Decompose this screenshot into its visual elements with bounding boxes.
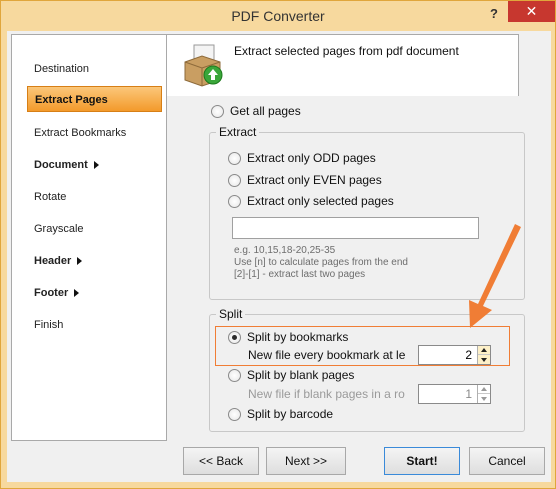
radio-label: Extract only EVEN pages	[247, 173, 382, 187]
stepper-buttons	[477, 385, 490, 403]
radio-dot	[228, 194, 241, 208]
blank-pages-label: New file if blank pages in a ro	[248, 387, 405, 401]
expand-arrow-icon	[77, 257, 83, 266]
sidebar-item-grayscale[interactable]: Grayscale	[12, 216, 166, 242]
pointer-arrow-icon	[469, 224, 521, 328]
stepper-value: 1	[465, 387, 472, 401]
stepper-up-icon[interactable]	[478, 385, 490, 394]
radio-dot	[228, 173, 241, 187]
sidebar-item-label: Rotate	[34, 191, 67, 203]
help-button[interactable]: ?	[483, 5, 505, 23]
box-upload-icon	[184, 44, 223, 87]
sidebar-item-header[interactable]: Header	[12, 248, 166, 274]
radio-dot	[228, 368, 241, 382]
sidebar-item-label: Header	[34, 255, 72, 267]
back-button[interactable]: << Back	[183, 447, 259, 475]
sidebar-item-extract-pages[interactable]: Extract Pages	[27, 86, 162, 112]
extract-selected-radio[interactable]: Extract only selected pages	[228, 194, 394, 208]
sidebar-item-footer[interactable]: Footer	[12, 280, 166, 306]
get-all-pages-radio[interactable]: Get all pages	[211, 104, 301, 118]
radio-label: Split by blank pages	[247, 368, 355, 382]
cancel-button[interactable]: Cancel	[469, 447, 545, 475]
start-button[interactable]: Start!	[384, 447, 460, 475]
radio-label: Extract only selected pages	[247, 194, 394, 208]
next-button[interactable]: Next >>	[266, 447, 346, 475]
extract-even-radio[interactable]: Extract only EVEN pages	[228, 173, 382, 187]
sidebar-item-label: Extract Pages	[35, 94, 108, 106]
close-button[interactable]: ✕	[508, 1, 555, 22]
pages-hint-1: e.g. 10,15,18-20,25-35	[234, 245, 336, 256]
sidebar-item-rotate[interactable]: Rotate	[12, 184, 166, 210]
stepper-down-icon[interactable]	[478, 394, 490, 403]
pages-input[interactable]	[232, 217, 479, 239]
sidebar: Destination Extract Pages Extract Bookma…	[11, 34, 167, 441]
window-title: PDF Converter	[231, 8, 325, 24]
radio-label: Get all pages	[230, 104, 301, 118]
sidebar-item-destination[interactable]: Destination	[12, 56, 166, 82]
radio-label: Extract only ODD pages	[247, 151, 376, 165]
sidebar-item-finish[interactable]: Finish	[12, 312, 166, 338]
radio-dot	[228, 407, 241, 421]
split-barcode-radio[interactable]: Split by barcode	[228, 407, 333, 421]
sidebar-item-document[interactable]: Document	[12, 152, 166, 178]
app-window: PDF Converter ? ✕ Destination Extract Pa…	[0, 0, 556, 489]
group-label: Extract	[216, 125, 260, 139]
sidebar-item-label: Finish	[34, 319, 64, 331]
sidebar-item-label: Destination	[34, 63, 90, 75]
pages-hint-3: [2]-[1] - extract last two pages	[234, 269, 366, 280]
split-blank-radio[interactable]: Split by blank pages	[228, 368, 354, 382]
radio-dot	[211, 104, 224, 118]
radio-label: Split by barcode	[247, 407, 334, 421]
title-bar: PDF Converter ? ✕	[1, 1, 555, 31]
expand-arrow-icon	[74, 289, 80, 298]
radio-dot	[228, 151, 241, 165]
panel-title: Extract selected pages from pdf document	[234, 44, 459, 58]
extract-odd-radio[interactable]: Extract only ODD pages	[228, 151, 376, 165]
group-label: Split	[216, 307, 246, 321]
sidebar-item-label: Footer	[34, 287, 69, 299]
sidebar-item-label: Grayscale	[34, 223, 84, 235]
blank-pages-stepper[interactable]: 1	[418, 384, 491, 404]
sidebar-item-label: Document	[34, 159, 88, 171]
main-panel: Extract selected pages from pdf document…	[167, 34, 525, 441]
highlight-box	[215, 326, 510, 366]
pages-hint-2: Use [n] to calculate pages from the end	[234, 257, 408, 268]
panel-header: Extract selected pages from pdf document	[167, 34, 519, 96]
sidebar-item-extract-bookmarks[interactable]: Extract Bookmarks	[12, 120, 166, 146]
client-area: Destination Extract Pages Extract Bookma…	[7, 31, 551, 482]
sidebar-item-label: Extract Bookmarks	[34, 127, 127, 139]
expand-arrow-icon	[93, 161, 99, 170]
